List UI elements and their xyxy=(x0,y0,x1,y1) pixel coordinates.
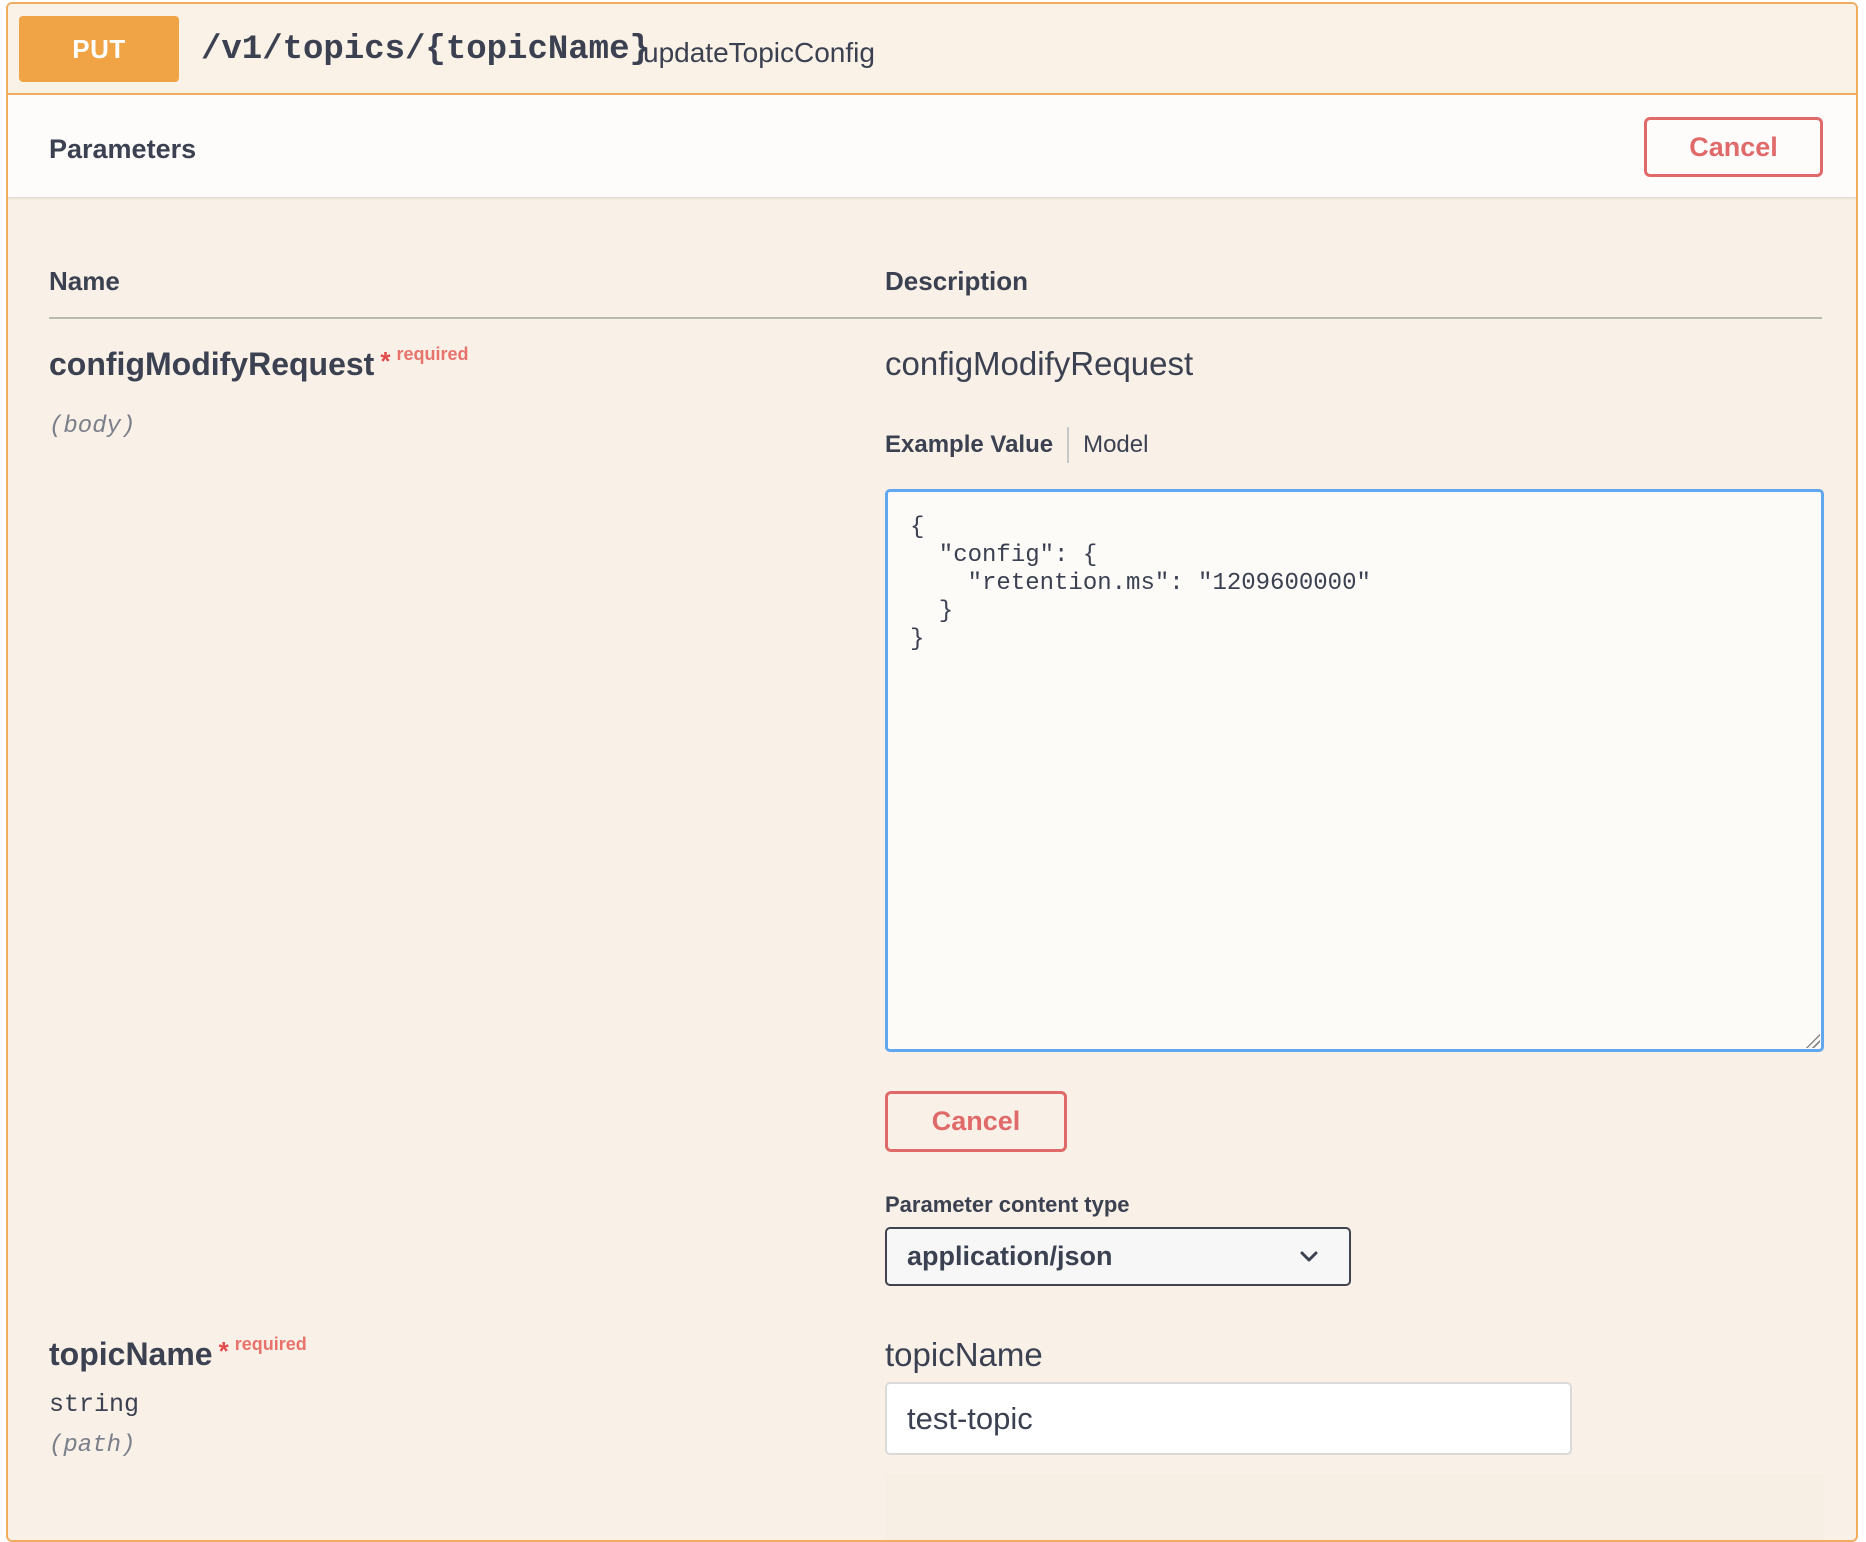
param-name-label: configModifyRequest xyxy=(49,346,375,382)
topic-name-input[interactable] xyxy=(885,1382,1572,1455)
method-badge: PUT xyxy=(19,16,179,82)
content-type-select[interactable]: application/json xyxy=(885,1227,1351,1286)
param-description: configModifyRequest xyxy=(885,345,1194,382)
content-type-value: application/json xyxy=(907,1241,1113,1271)
column-header-name: Name xyxy=(49,266,120,296)
operation-id: updateTopicConfig xyxy=(643,37,875,68)
operation-summary[interactable]: PUT /v1/topics/{topicName} updateTopicCo… xyxy=(8,4,1856,95)
parameters-title: Parameters xyxy=(49,134,197,164)
param-name-label: topicName xyxy=(49,1336,213,1372)
cancel-edit-button[interactable]: Cancel xyxy=(885,1091,1067,1152)
param-name-topicName: topicName * required xyxy=(49,1334,307,1373)
column-header-description: Description xyxy=(885,266,1029,296)
example-model-tabs: Example Value Model xyxy=(885,427,1148,463)
param-name-configModifyRequest: configModifyRequest * required xyxy=(49,344,469,383)
param-description: topicName xyxy=(885,1336,1043,1373)
required-star: * xyxy=(380,346,391,376)
param-location: (path) xyxy=(49,1432,136,1459)
header-divider xyxy=(49,317,1822,319)
request-body-editor[interactable]: { "config": { "retention.ms": "120960000… xyxy=(885,489,1824,1052)
tab-model[interactable]: Model xyxy=(1069,431,1148,459)
input-column-background xyxy=(885,1474,1824,1540)
param-location: (body) xyxy=(49,413,136,440)
required-label: required xyxy=(396,344,469,364)
parameters-header: Parameters Cancel xyxy=(8,95,1856,198)
cancel-try-out-button[interactable]: Cancel xyxy=(1644,117,1823,177)
operation-block: PUT /v1/topics/{topicName} updateTopicCo… xyxy=(6,2,1858,1542)
content-type-label: Parameter content type xyxy=(885,1192,1130,1217)
endpoint-path: /v1/topics/{topicName} xyxy=(201,31,650,69)
tab-example-value[interactable]: Example Value xyxy=(885,431,1067,459)
param-type: string xyxy=(49,1390,140,1419)
required-star: * xyxy=(218,1336,229,1366)
chevron-down-icon xyxy=(1300,1251,1318,1262)
resize-handle-icon[interactable] xyxy=(1804,1032,1820,1048)
required-label: required xyxy=(234,1334,307,1354)
